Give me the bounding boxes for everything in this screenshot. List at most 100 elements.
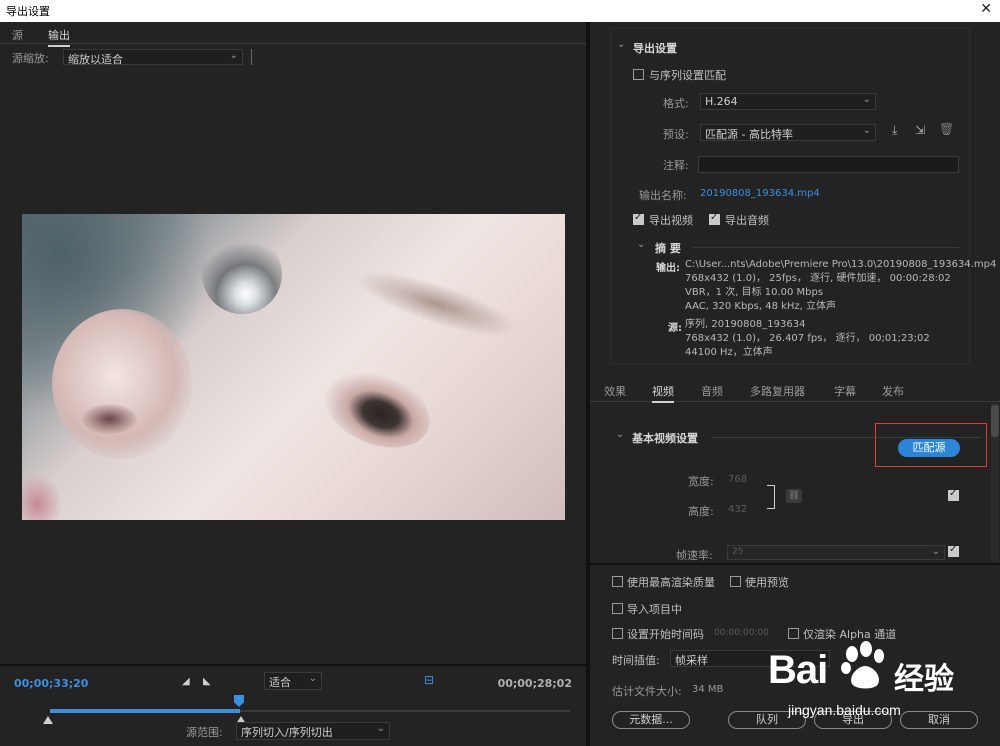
height-value[interactable]: 432 xyxy=(728,504,747,515)
current-timecode[interactable]: 00;00;33;20 xyxy=(14,677,88,690)
video-preview xyxy=(22,214,565,520)
width-label: 宽度: xyxy=(688,475,714,488)
collapse-chevron-icon[interactable]: ⌄ xyxy=(637,239,645,250)
match-sequence-checkbox[interactable] xyxy=(633,69,644,80)
tab-source[interactable]: 源 xyxy=(12,27,23,43)
import-into-project-checkbox[interactable] xyxy=(612,603,623,614)
set-out-point-icon[interactable]: ◣ xyxy=(203,676,211,687)
summary-output-line: VBR，1 次, 目标 10.00 Mbps xyxy=(685,287,824,298)
import-preset-icon[interactable]: ⇲ xyxy=(915,123,925,137)
export-settings-section: ⌄ 导出设置 与序列设置匹配 格式: H.264 ⌄ 预设: 匹配源 - 高比特… xyxy=(610,28,996,364)
export-settings-header: 导出设置 xyxy=(633,42,677,55)
export-video-checkbox[interactable] xyxy=(633,212,644,225)
import-into-project-label: 导入项目中 xyxy=(627,603,682,616)
render-alpha-only-checkbox[interactable] xyxy=(788,628,799,639)
save-preset-icon[interactable]: ⤓ xyxy=(892,123,897,138)
tab-effects[interactable]: 效果 xyxy=(604,383,626,399)
fit-value: 适合 xyxy=(269,676,291,689)
basic-video-settings-header: 基本视频设置 xyxy=(632,432,698,445)
preview-panel: 源 输出 源缩放: 缩放以适合 ⌄ 00;00;33;20 ◢ ◣ 适合 ⌄ ⊟… xyxy=(0,22,586,746)
match-source-button[interactable]: 匹配源 xyxy=(898,439,960,457)
time-interpolation-label: 时间插值: xyxy=(612,654,660,667)
source-range-select[interactable]: 序列切入/序列切出 ⌄ xyxy=(236,722,390,740)
source-zoom-label: 源缩放: xyxy=(12,52,49,65)
playhead-handle[interactable] xyxy=(234,695,244,707)
comments-input[interactable] xyxy=(698,156,959,173)
preset-label: 预设: xyxy=(663,128,689,141)
frame-rate-checkbox[interactable] xyxy=(948,544,959,557)
use-previews-label: 使用预览 xyxy=(745,576,789,589)
link-bracket xyxy=(767,485,775,509)
start-timecode-value[interactable]: 00:00:00:00 xyxy=(714,628,769,638)
divider xyxy=(693,247,959,248)
frame-rate-select[interactable]: 25 ⌄ xyxy=(727,545,945,560)
max-render-quality-checkbox[interactable] xyxy=(612,576,623,587)
collapse-chevron-icon[interactable]: ⌄ xyxy=(616,429,624,440)
preset-value: 匹配源 - 高比特率 xyxy=(705,128,793,141)
export-audio-label: 导出音频 xyxy=(725,214,769,227)
scrollbar-thumb[interactable] xyxy=(991,405,999,437)
summary-source-line: 44100 Hz，立体声 xyxy=(685,347,773,358)
estimated-file-size-value: 34 MB xyxy=(692,684,724,695)
baidu-jingyan-watermark: Bai 经验 jingyan.baidu.com xyxy=(768,640,1000,746)
chevron-down-icon: ⌄ xyxy=(229,50,238,61)
settings-panel: ⌄ 导出设置 与序列设置匹配 格式: H.264 ⌄ 预设: 匹配源 - 高比特… xyxy=(590,22,1000,746)
chevron-down-icon: ⌄ xyxy=(862,94,871,105)
collapse-chevron-icon[interactable]: ⌄ xyxy=(617,39,625,50)
source-zoom-select[interactable]: 缩放以适合 ⌄ xyxy=(63,49,243,66)
summary-source-label: 源: xyxy=(668,323,682,334)
watermark-brand: Bai xyxy=(768,648,828,692)
tab-audio[interactable]: 音频 xyxy=(701,383,723,399)
max-render-quality-label: 使用最高渲染质量 xyxy=(627,576,715,589)
source-range-label: 源范围: xyxy=(186,726,223,739)
tab-output[interactable]: 输出 xyxy=(48,27,70,47)
output-name-label: 输出名称: xyxy=(639,189,687,202)
summary-output-label: 输出: xyxy=(656,263,680,274)
set-start-timecode-label: 设置开始时间码 xyxy=(627,628,704,641)
watermark-url: jingyan.baidu.com xyxy=(788,702,901,718)
metadata-button[interactable]: 元数据... xyxy=(612,711,690,729)
tab-captions[interactable]: 字幕 xyxy=(834,383,856,399)
summary-source-line: 768x432 (1.0)， 26.407 fps， 逐行， 00;01;23;… xyxy=(685,333,930,344)
frame-rate-value: 25 xyxy=(732,547,744,557)
fit-select[interactable]: 适合 ⌄ xyxy=(264,672,322,690)
title-bar: 导出设置 ✕ xyxy=(0,0,1000,22)
work-area-bar[interactable] xyxy=(50,709,240,713)
in-point-handle[interactable] xyxy=(43,716,53,724)
set-in-point-icon[interactable]: ◢ xyxy=(182,676,190,687)
constrain-proportions-icon[interactable]: ⛓ xyxy=(786,489,802,503)
frame-rate-label: 帧速率: xyxy=(676,549,713,561)
timeline-controls: 00;00;33;20 ◢ ◣ 适合 ⌄ ⊟ 00;00;28;02 源范围: … xyxy=(0,664,586,746)
baidu-paw-logo xyxy=(841,641,884,689)
tab-video[interactable]: 视频 xyxy=(652,383,674,403)
video-settings-section: ⌄ 基本视频设置 匹配源 宽度: 768 高度: 432 ⛓ 帧速率: 25 ⌄ xyxy=(590,403,992,561)
source-range-value: 序列切入/序列切出 xyxy=(241,726,333,739)
delete-preset-icon[interactable]: 🗑 xyxy=(939,122,954,136)
window-title: 导出设置 xyxy=(6,5,50,18)
summary-output-line: 768x432 (1.0)， 25fps， 逐行, 硬件加速， 00:00:28… xyxy=(685,273,951,284)
summary-header: 摘 要 xyxy=(655,242,681,255)
time-interpolation-value: 帧采样 xyxy=(675,654,708,667)
width-value[interactable]: 768 xyxy=(728,474,747,485)
output-name-link[interactable]: 20190808_193634.mp4 xyxy=(700,188,820,199)
summary-output-line: C:\User...nts\Adobe\Premiere Pro\13.0\20… xyxy=(685,259,997,270)
width-height-checkbox[interactable] xyxy=(948,488,959,501)
watermark-brand-cn: 经验 xyxy=(894,662,954,697)
format-label: 格式: xyxy=(663,97,689,110)
use-previews-checkbox[interactable] xyxy=(730,576,741,587)
tab-publish[interactable]: 发布 xyxy=(882,383,904,399)
export-audio-checkbox[interactable] xyxy=(709,212,720,225)
height-label: 高度: xyxy=(688,505,714,518)
chevron-down-icon: ⌄ xyxy=(931,546,940,557)
source-zoom-value: 缩放以适合 xyxy=(68,53,123,66)
source-output-tabs: 源 输出 xyxy=(0,22,586,47)
format-select[interactable]: H.264 ⌄ xyxy=(700,93,876,110)
set-start-timecode-checkbox[interactable] xyxy=(612,628,623,639)
comments-label: 注释: xyxy=(663,159,689,172)
chevron-down-icon: ⌄ xyxy=(308,673,317,684)
close-icon[interactable]: ✕ xyxy=(980,1,992,17)
preset-select[interactable]: 匹配源 - 高比特率 ⌄ xyxy=(700,124,876,141)
aspect-ratio-correction-icon[interactable]: ⊟ xyxy=(421,673,437,689)
duration-timecode: 00;00;28;02 xyxy=(497,677,572,690)
tab-multiplexer[interactable]: 多路复用器 xyxy=(750,383,805,399)
